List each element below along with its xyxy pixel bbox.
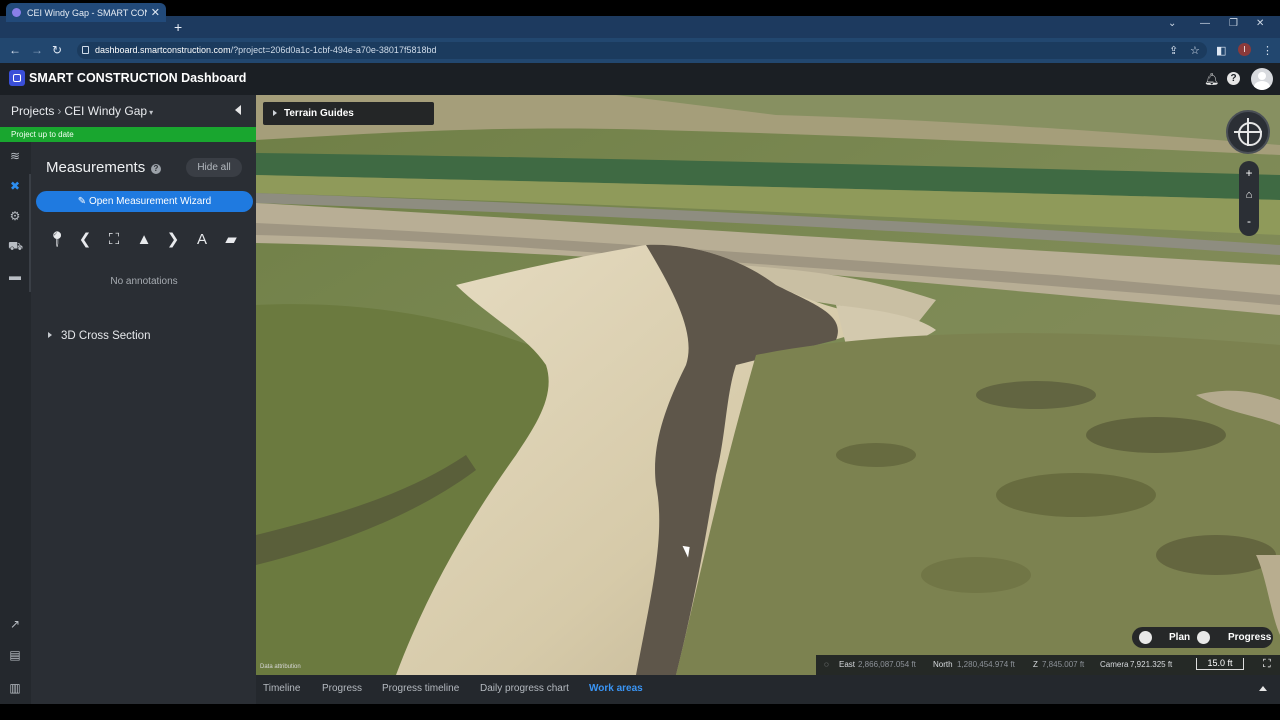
open-folder-icon[interactable]: ▰ xyxy=(221,230,241,250)
project-dropdown-icon[interactable]: ▾ xyxy=(149,108,153,117)
scale-bar: 15.0 ft xyxy=(1196,658,1244,670)
forward-icon[interactable]: → xyxy=(31,43,43,57)
expand-panel-icon[interactable] xyxy=(1259,686,1267,691)
reload-icon[interactable]: ↻ xyxy=(52,43,62,57)
plan-toggle[interactable] xyxy=(1139,631,1152,644)
hide-all-button[interactable]: Hide all xyxy=(186,158,242,177)
terrain-3d-viewport[interactable] xyxy=(256,95,1280,675)
profile-avatar[interactable]: I xyxy=(1238,43,1251,56)
help-icon[interactable]: ? xyxy=(1227,72,1240,85)
share-icon[interactable]: ⇪ xyxy=(1169,44,1178,57)
east-value: 2,866,087.054 ft xyxy=(858,660,916,669)
restore-icon[interactable]: ❐ xyxy=(1229,18,1238,29)
polyline-icon[interactable]: ❮ xyxy=(75,230,95,250)
bookmark-star-icon[interactable]: ☆ xyxy=(1190,44,1200,57)
breadcrumb-project[interactable]: CEI Windy Gap xyxy=(64,104,147,118)
z-label: Z xyxy=(1033,660,1038,669)
back-icon[interactable]: ← xyxy=(9,43,21,57)
lock-icon[interactable] xyxy=(82,46,89,54)
user-avatar[interactable] xyxy=(1251,68,1273,90)
cross-section-toggle[interactable]: 3D Cross Section xyxy=(48,330,150,342)
pencil-icon: ✎ xyxy=(77,196,87,207)
tab-timeline[interactable]: Timeline xyxy=(263,683,300,694)
collapse-panel-icon[interactable] xyxy=(235,105,241,115)
measurement-tools-icon[interactable]: ✖ xyxy=(8,179,22,193)
tab-work-areas[interactable]: Work areas xyxy=(589,683,643,694)
folder-icon[interactable]: ▬ xyxy=(8,269,22,283)
project-status-bar: Project up to date xyxy=(0,127,256,142)
app-title: SMART CONSTRUCTION Dashboard xyxy=(29,71,247,85)
browser-menu-icon[interactable]: ⋮ xyxy=(1262,44,1273,57)
open-measurement-wizard-button[interactable]: ✎ Open Measurement Wizard xyxy=(36,191,253,212)
report-icon[interactable]: ▥ xyxy=(8,681,22,695)
measurement-toolbar: 📍︎ ❮ ⛶ ▲ ❯ A ▰ xyxy=(46,230,246,250)
machines-icon[interactable]: ⛟ xyxy=(8,239,23,253)
tab-progress-timeline[interactable]: Progress timeline xyxy=(382,683,459,694)
progress-toggle[interactable] xyxy=(1197,631,1210,644)
terrain-guides-toggle[interactable]: Terrain Guides xyxy=(263,102,434,125)
notifications-bell-icon[interactable]: 🔔︎ xyxy=(1204,72,1219,86)
camera-value: 7,921.325 ft xyxy=(1130,660,1173,669)
top-letterbox xyxy=(0,0,1280,16)
new-tab-button[interactable]: + xyxy=(174,18,182,36)
home-view-icon[interactable]: ⌂ xyxy=(1239,189,1259,201)
fullscreen-icon[interactable]: ⛶ xyxy=(1263,658,1271,671)
north-value: 1,280,454.974 ft xyxy=(957,660,1015,669)
expand-arrow-icon xyxy=(48,332,52,338)
app-logo-icon[interactable] xyxy=(9,70,25,86)
tab-daily-progress-chart[interactable]: Daily progress chart xyxy=(480,683,569,694)
breadcrumb: Projects › CEI Windy Gap ▾ xyxy=(11,104,153,118)
browser-tab[interactable]: CEI Windy Gap - SMART CONSTR ✕ xyxy=(6,3,166,22)
no-annotations-text: No annotations xyxy=(110,276,178,287)
external-link-icon[interactable]: ↗ xyxy=(8,617,22,631)
url-path: /?project=206d0a1c-1cbf-494e-a70e-38017f… xyxy=(230,45,437,55)
minimize-icon[interactable]: — xyxy=(1200,18,1210,29)
angle-icon[interactable]: ❯ xyxy=(163,230,183,250)
browser-tabstrip xyxy=(0,16,1280,38)
measurements-help-icon[interactable]: ? xyxy=(151,164,161,174)
layers-icon[interactable]: ≋ xyxy=(8,149,22,163)
breadcrumb-projects[interactable]: Projects xyxy=(11,104,54,118)
z-value: 7,845.007 ft xyxy=(1042,660,1085,669)
polygon-icon[interactable]: ⛶ xyxy=(104,230,124,250)
camera-label: Camera xyxy=(1100,660,1129,669)
east-label: East xyxy=(839,660,856,669)
left-panel xyxy=(0,95,256,704)
zoom-out-button[interactable]: - xyxy=(1239,214,1259,228)
text-annotation-icon[interactable]: A xyxy=(192,230,212,250)
compass-crosshair xyxy=(1234,131,1262,133)
settings-gear-icon[interactable]: ⚙ xyxy=(8,209,22,223)
north-label: North xyxy=(933,660,953,669)
close-tab-icon[interactable]: ✕ xyxy=(151,6,160,19)
browser-tab-title: CEI Windy Gap - SMART CONSTR xyxy=(27,7,147,18)
progress-label: Progress xyxy=(1228,632,1272,643)
wizard-label: Open Measurement Wizard xyxy=(88,196,212,207)
terrain-scene[interactable] xyxy=(256,95,1280,675)
data-attribution-link[interactable]: Data attribution xyxy=(260,664,301,670)
zoom-in-button[interactable]: + xyxy=(1239,166,1259,180)
close-window-icon[interactable]: ✕ xyxy=(1256,18,1264,29)
rail-divider xyxy=(29,174,31,292)
bottom-letterbox xyxy=(0,704,1280,720)
crosshair-icon: ◌ xyxy=(824,660,829,669)
measurements-title: Measurements xyxy=(46,159,146,176)
plan-label: Plan xyxy=(1169,632,1191,643)
breadcrumb-separator: › xyxy=(57,104,62,118)
url-host: dashboard.smartconstruction.com xyxy=(95,45,231,55)
point-marker-icon[interactable]: 📍︎ xyxy=(47,230,67,250)
tab-search-icon[interactable]: ⌄ xyxy=(1168,18,1176,29)
address-bar[interactable]: dashboard.smartconstruction.com/?project… xyxy=(77,42,1207,59)
sidepanel-icon[interactable]: ◧ xyxy=(1216,44,1226,57)
favicon-icon xyxy=(12,8,21,17)
cross-section-label: 3D Cross Section xyxy=(61,330,151,342)
volume-icon[interactable]: ▲ xyxy=(134,230,154,250)
document-icon[interactable]: ▤ xyxy=(8,648,22,662)
tab-progress[interactable]: Progress xyxy=(322,683,362,694)
